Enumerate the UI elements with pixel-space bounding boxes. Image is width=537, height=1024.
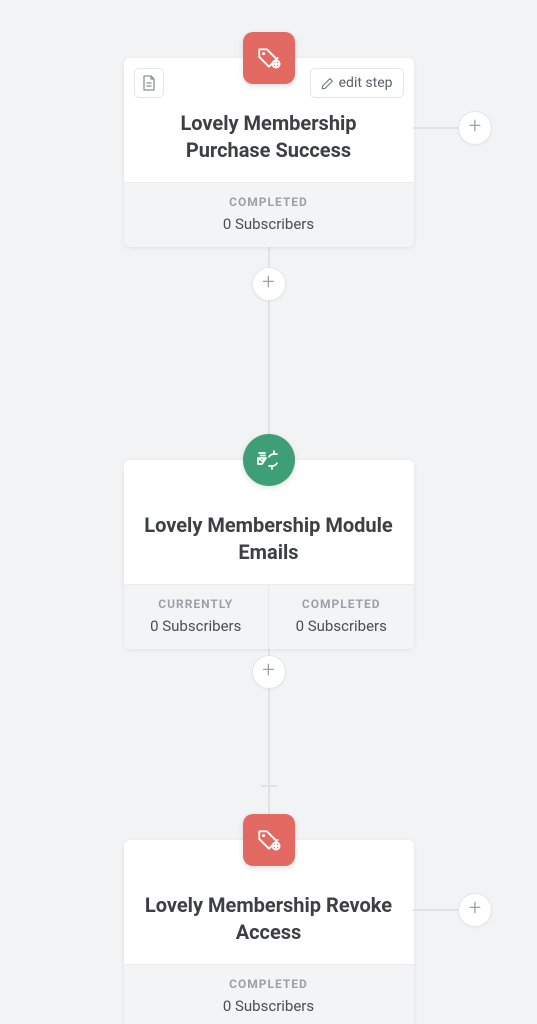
- add-branch-button[interactable]: +: [458, 893, 492, 927]
- card-body: Lovely Membership Module Emails: [124, 460, 414, 584]
- edit-step-button[interactable]: edit step: [310, 68, 404, 98]
- stat-label: CURRENTLY: [130, 597, 263, 611]
- stat-value: 0 Subscribers: [130, 997, 408, 1015]
- workflow-canvas: + +: [0, 0, 537, 1024]
- step-title: Lovely Membership Purchase Success: [142, 110, 396, 164]
- step-title: Lovely Membership Module Emails: [142, 512, 396, 566]
- plus-icon: +: [262, 270, 274, 295]
- card-footer: COMPLETED 0 Subscribers: [124, 964, 414, 1024]
- stat-block: COMPLETED 0 Subscribers: [124, 183, 414, 247]
- stat-block: COMPLETED 0 Subscribers: [124, 965, 414, 1024]
- stat-value: 0 Subscribers: [275, 617, 408, 635]
- workflow-step-card[interactable]: edit step Lovely Membership Purchase Suc…: [124, 58, 414, 247]
- stat-value: 0 Subscribers: [130, 617, 263, 635]
- document-icon: [142, 75, 156, 91]
- card-body: edit step Lovely Membership Purchase Suc…: [124, 58, 414, 182]
- notes-button[interactable]: [134, 68, 164, 98]
- card-body: Lovely Membership Revoke Access: [124, 840, 414, 964]
- stat-label: COMPLETED: [130, 195, 408, 209]
- card-footer: COMPLETED 0 Subscribers: [124, 182, 414, 247]
- stat-block: CURRENTLY 0 Subscribers: [124, 585, 269, 649]
- workflow-step-card[interactable]: Lovely Membership Module Emails CURRENTL…: [124, 460, 414, 649]
- add-step-button[interactable]: +: [252, 267, 286, 301]
- pencil-icon: [321, 77, 334, 90]
- plus-icon: +: [469, 114, 481, 139]
- plus-icon: +: [469, 896, 481, 921]
- stat-label: COMPLETED: [130, 977, 408, 991]
- stat-label: COMPLETED: [275, 597, 408, 611]
- edit-step-label: edit step: [339, 75, 393, 91]
- add-step-button[interactable]: +: [252, 655, 286, 689]
- plus-icon: +: [262, 658, 274, 683]
- stat-block: COMPLETED 0 Subscribers: [268, 585, 414, 649]
- card-footer: CURRENTLY 0 Subscribers COMPLETED 0 Subs…: [124, 584, 414, 649]
- connector-cap: [261, 785, 277, 787]
- step-title: Lovely Membership Revoke Access: [142, 892, 396, 946]
- add-branch-button[interactable]: +: [458, 111, 492, 145]
- stat-value: 0 Subscribers: [130, 215, 408, 233]
- workflow-step-card[interactable]: Lovely Membership Revoke Access COMPLETE…: [124, 840, 414, 1024]
- connector-line: [268, 230, 270, 435]
